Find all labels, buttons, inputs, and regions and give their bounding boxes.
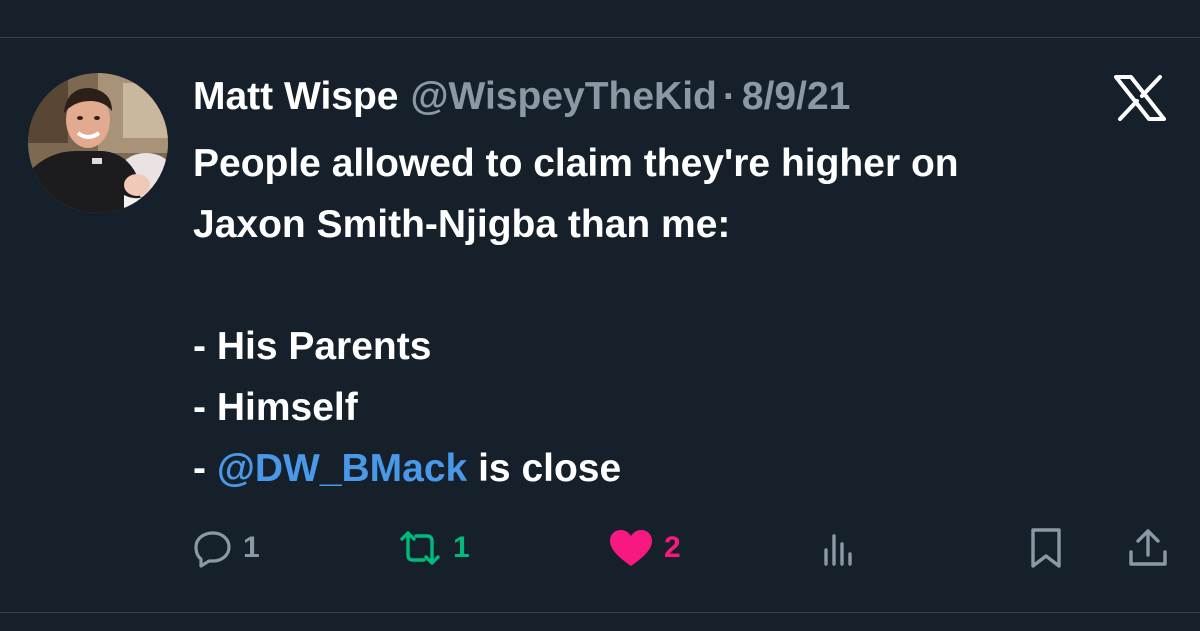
- list-item-prefix: -: [193, 447, 217, 490]
- tweet-date[interactable]: 8/9/21: [742, 75, 850, 119]
- action-bar: 1 1 2: [0, 525, 1200, 571]
- reply-button[interactable]: 1: [193, 525, 260, 571]
- retweet-button[interactable]: 1: [397, 525, 470, 571]
- share-button[interactable]: [1126, 525, 1170, 571]
- retweet-icon: [400, 531, 440, 565]
- reply-icon: [194, 531, 231, 568]
- views-icon: [824, 534, 852, 566]
- avatar-photo: [28, 73, 168, 213]
- reply-count: 1: [243, 531, 260, 564]
- bookmark-button[interactable]: [1026, 525, 1066, 571]
- bottom-divider: [0, 612, 1200, 613]
- list-item: - Himself: [193, 386, 358, 429]
- views-button[interactable]: [818, 525, 858, 571]
- tweet-text-line: People allowed to claim they're higher o…: [193, 142, 959, 185]
- separator-dot: ·: [722, 75, 736, 118]
- list-item-suffix: is close: [467, 447, 622, 490]
- avatar[interactable]: [28, 73, 168, 213]
- tweet-text: People allowed to claim they're higher o…: [193, 133, 1173, 499]
- author-handle[interactable]: @WispeyTheKid: [411, 75, 717, 119]
- top-divider: [0, 37, 1200, 38]
- mention-link[interactable]: @DW_BMack: [217, 447, 467, 490]
- tweet-header: Matt Wispe @WispeyTheKid · 8/9/21: [193, 74, 850, 120]
- share-icon: [1129, 529, 1167, 566]
- author-display-name[interactable]: Matt Wispe: [193, 75, 399, 119]
- tweet-screenshot: Matt Wispe @WispeyTheKid · 8/9/21 People…: [0, 0, 1200, 631]
- retweet-count: 1: [453, 531, 470, 564]
- like-button[interactable]: 2: [608, 525, 681, 571]
- list-item: - @DW_BMack is close: [193, 438, 1173, 499]
- tweet-text-line: Jaxon Smith-Njigba than me:: [193, 203, 731, 246]
- bookmark-icon: [1031, 528, 1061, 568]
- heart-icon: [610, 530, 652, 566]
- x-logo-icon[interactable]: [1112, 75, 1168, 121]
- list-item: - His Parents: [193, 325, 432, 368]
- like-count: 2: [664, 531, 681, 564]
